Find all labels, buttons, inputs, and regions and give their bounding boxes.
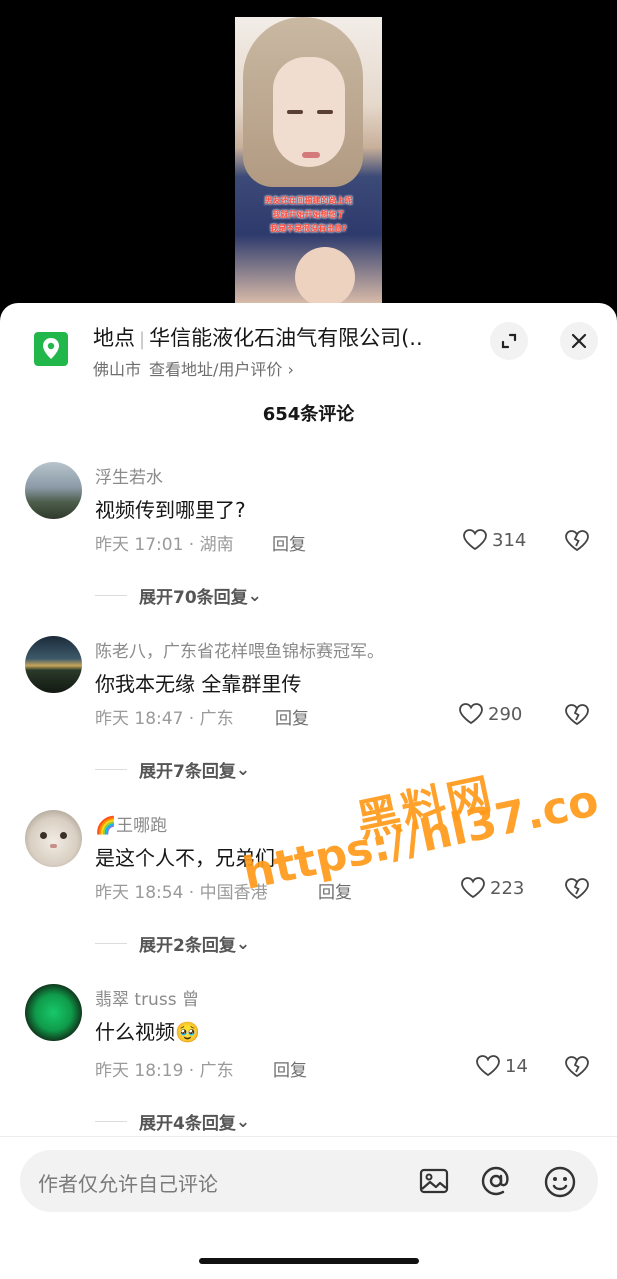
place-label: 地点 xyxy=(93,326,135,350)
expand-icon xyxy=(501,333,517,349)
broken-heart-icon xyxy=(565,1056,589,1078)
broken-heart-icon xyxy=(565,878,589,900)
divider xyxy=(0,1136,617,1137)
place-title-row[interactable]: 地点 | 华信能液化石油气有限公司(.. xyxy=(93,322,423,352)
like-count: 290 xyxy=(488,703,523,725)
dislike-button[interactable] xyxy=(564,703,590,731)
reply-button[interactable]: 回复 xyxy=(273,1056,307,1081)
chevron-down-icon: ⌄ xyxy=(235,1111,251,1132)
expand-replies[interactable]: 展开2条回复 ⌄ xyxy=(95,931,250,956)
avatar[interactable] xyxy=(25,810,82,867)
video-lips xyxy=(302,152,320,158)
place-separator: | xyxy=(139,329,146,350)
comment-meta: 昨天 18:47 · 广东 xyxy=(95,709,234,729)
avatar[interactable] xyxy=(25,636,82,693)
image-icon[interactable] xyxy=(418,1165,450,1201)
video-eye-left xyxy=(287,110,303,114)
video-hand xyxy=(295,247,355,307)
chevron-right-icon: › xyxy=(282,360,294,379)
expand-replies[interactable]: 展开70条回复 ⌄ xyxy=(95,583,262,608)
avatar[interactable] xyxy=(25,984,82,1041)
heart-icon xyxy=(463,529,487,551)
comment-input-placeholder: 作者仅允许自己评论 xyxy=(38,1172,218,1196)
broken-heart-icon xyxy=(565,530,589,552)
video-thumbnail[interactable]: 男友还在回福建的路上呢 我就开始开始想他了 我是不是很没有出息? xyxy=(235,17,382,307)
comment-text: 什么视频🥹 xyxy=(95,1020,200,1044)
rainbow-icon: 🌈 xyxy=(95,816,117,836)
avatar[interactable] xyxy=(25,462,82,519)
video-face xyxy=(273,57,345,167)
comment-author[interactable]: 陈老八，广东省花样喂鱼锦标赛冠军。 xyxy=(95,637,384,662)
heart-icon xyxy=(476,1055,500,1077)
expand-replies[interactable]: 展开4条回复 ⌄ xyxy=(95,1109,250,1134)
location-pin-icon[interactable] xyxy=(34,332,68,366)
close-icon xyxy=(571,333,587,349)
chevron-down-icon: ⌄ xyxy=(235,933,251,954)
place-city: 佛山市 xyxy=(93,360,142,379)
chevron-down-icon: ⌄ xyxy=(235,759,251,780)
comment-meta: 昨天 18:54 · 中国香港 xyxy=(95,883,268,903)
heart-icon xyxy=(459,703,483,725)
like-button[interactable]: 223 xyxy=(460,876,524,900)
emoji-teary-icon: 🥹 xyxy=(175,1020,200,1044)
expand-button[interactable] xyxy=(490,322,528,360)
comment-author[interactable]: 🌈王哪跑 xyxy=(95,811,167,836)
close-button[interactable] xyxy=(560,322,598,360)
comment-meta: 昨天 18:19 · 广东 xyxy=(95,1061,234,1081)
comment-input[interactable]: 作者仅允许自己评论 xyxy=(20,1150,598,1212)
video-caption-line-2: 我就开始开始想他了 xyxy=(272,210,345,219)
at-icon[interactable] xyxy=(480,1165,512,1201)
video-caption-line-3: 我是不是很没有出息? xyxy=(270,224,347,233)
broken-heart-icon xyxy=(565,704,589,726)
reply-button[interactable]: 回复 xyxy=(275,704,309,729)
heart-icon xyxy=(461,877,485,899)
comment-text: 视频传到哪里了? xyxy=(95,498,246,522)
chevron-down-icon: ⌄ xyxy=(247,585,262,606)
like-button[interactable]: 290 xyxy=(458,702,522,726)
dislike-button[interactable] xyxy=(564,877,590,905)
emoji-icon[interactable] xyxy=(543,1165,577,1203)
like-count: 314 xyxy=(492,529,527,551)
expand-replies[interactable]: 展开7条回复 ⌄ xyxy=(95,757,250,782)
like-button[interactable]: 314 xyxy=(462,528,526,552)
like-button[interactable]: 14 xyxy=(475,1054,528,1078)
comment-author[interactable]: 翡翠 truss 曾 xyxy=(95,985,199,1010)
place-subtitle[interactable]: 佛山市 查看地址/用户评价 › xyxy=(93,356,294,380)
dislike-button[interactable] xyxy=(564,1055,590,1083)
comment-author[interactable]: 浮生若水 xyxy=(95,463,163,488)
place-link[interactable]: 查看地址/用户评价 xyxy=(149,360,282,379)
comment-text: 你我本无缘 全靠群里传 xyxy=(95,672,302,696)
video-area[interactable]: 男友还在回福建的路上呢 我就开始开始想他了 我是不是很没有出息? xyxy=(0,0,617,320)
place-name[interactable]: 华信能液化石油气有限公司(.. xyxy=(149,326,423,350)
video-eye-right xyxy=(317,110,333,114)
home-indicator[interactable] xyxy=(199,1258,419,1264)
like-count: 223 xyxy=(490,877,525,899)
reply-button[interactable]: 回复 xyxy=(272,530,306,555)
comment-count: 654条评论 xyxy=(262,404,355,425)
dislike-button[interactable] xyxy=(564,529,590,557)
comment-meta: 昨天 17:01 · 湖南 xyxy=(95,535,234,555)
video-caption-line-1: 男友还在回福建的路上呢 xyxy=(264,196,353,205)
like-count: 14 xyxy=(505,1055,528,1077)
